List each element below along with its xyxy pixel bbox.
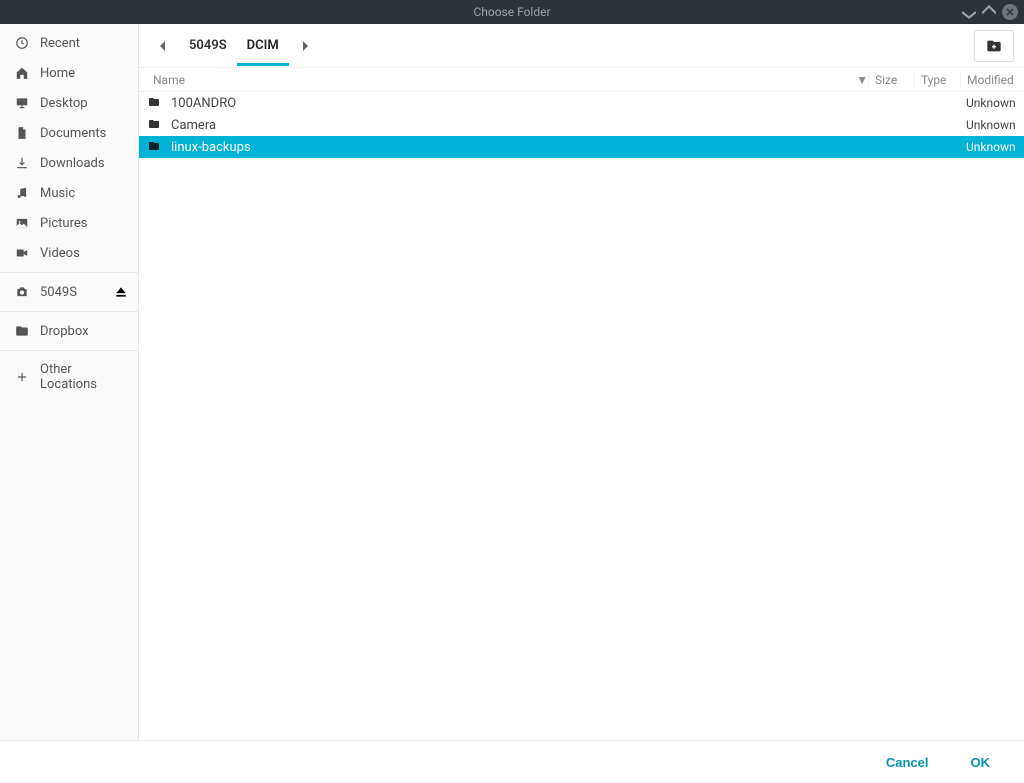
folder-icon [147,118,163,132]
video-icon [14,245,30,261]
path-bar: 5049SDCIM [139,24,1024,68]
picture-icon [14,215,30,231]
window-title: Choose Folder [473,5,550,19]
column-headers: Name ▼ Size Type Modified [139,68,1024,92]
maximize-button[interactable] [982,5,996,19]
folder-icon [147,140,163,154]
sidebar-item-label: Dropbox [40,324,128,339]
column-modified[interactable]: Modified [960,73,1024,87]
sidebar-item-downloads[interactable]: Downloads [0,148,138,178]
path-forward-button[interactable] [291,32,319,60]
sidebar-item-label: Documents [40,126,128,141]
path-segment-5049s[interactable]: 5049S [179,32,237,66]
sidebar-item-label: Pictures [40,216,128,231]
sidebar-separator [0,272,138,273]
file-row[interactable]: linux-backups Unknown [139,136,1024,158]
file-list: 100ANDROUnknownCameraUnknownlinux-backup… [139,92,1024,740]
file-name: 100ANDRO [171,96,868,111]
sidebar: Recent Home Desktop Documents Downloads Music… [0,24,139,740]
sidebar-item-home[interactable]: Home [0,58,138,88]
ok-button[interactable]: OK [963,749,999,776]
titlebar-controls: ✕ [962,4,1018,20]
music-icon [14,185,30,201]
file-row[interactable]: Camera Unknown [139,114,1024,136]
sidebar-item-label: Music [40,186,128,201]
sidebar-item-label: Videos [40,246,128,261]
sidebar-separator [0,311,138,312]
sidebar-item-music[interactable]: Music [0,178,138,208]
file-name: linux-backups [171,140,868,155]
file-modified: Unknown [960,96,1024,110]
column-type[interactable]: Type [914,73,960,87]
dialog-footer: Cancel OK [0,740,1024,783]
camera-icon [14,284,30,300]
column-name[interactable]: Name [147,73,852,87]
doc-icon [14,125,30,141]
path-back-button[interactable] [149,32,177,60]
close-button[interactable]: ✕ [1002,4,1018,20]
column-size[interactable]: Size [868,73,914,87]
sidebar-item-documents[interactable]: Documents [0,118,138,148]
file-modified: Unknown [960,118,1024,132]
sidebar-item-5049s[interactable]: 5049S [0,277,138,307]
home-icon [14,65,30,81]
sidebar-item-pictures[interactable]: Pictures [0,208,138,238]
new-folder-button[interactable] [974,30,1014,62]
cancel-button[interactable]: Cancel [878,749,937,776]
minimize-button[interactable] [962,5,976,19]
titlebar: Choose Folder ✕ [0,0,1024,24]
sidebar-item-label: Other Locations [40,362,128,392]
column-name-label: Name [153,73,185,87]
file-modified: Unknown [960,140,1024,154]
sidebar-item-other-locations[interactable]: Other Locations [0,355,138,399]
sidebar-item-label: Desktop [40,96,128,111]
clock-icon [14,35,30,51]
file-name: Camera [171,118,868,133]
plus-icon [14,369,30,385]
folder-icon [147,96,163,110]
sidebar-item-recent[interactable]: Recent [0,28,138,58]
file-row[interactable]: 100ANDRO Unknown [139,92,1024,114]
sidebar-item-label: Home [40,66,128,81]
sort-indicator-icon[interactable]: ▼ [856,73,868,87]
desktop-icon [14,95,30,111]
sidebar-item-desktop[interactable]: Desktop [0,88,138,118]
sidebar-item-label: Downloads [40,156,128,171]
sidebar-item-label: Recent [40,36,128,51]
eject-icon[interactable] [114,285,128,299]
folder-icon [14,323,30,339]
sidebar-item-dropbox[interactable]: Dropbox [0,316,138,346]
sidebar-item-label: 5049S [40,285,104,300]
path-segment-dcim[interactable]: DCIM [237,32,289,66]
sidebar-separator [0,350,138,351]
download-icon [14,155,30,171]
main-panel: 5049SDCIM Name ▼ Size Type Modified 100A… [139,24,1024,740]
sidebar-item-videos[interactable]: Videos [0,238,138,268]
